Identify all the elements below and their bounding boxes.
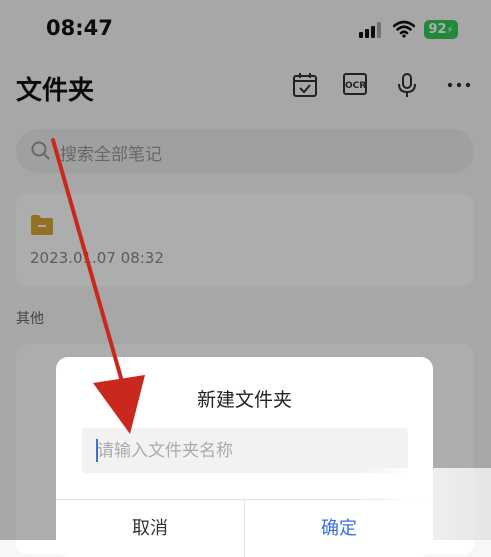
text-caret (96, 439, 98, 462)
dialog-title: 新建文件夹 (196, 389, 292, 411)
glare (360, 468, 491, 540)
folder-name-input[interactable] (82, 428, 408, 473)
cancel-button[interactable]: 取消 (56, 500, 244, 557)
